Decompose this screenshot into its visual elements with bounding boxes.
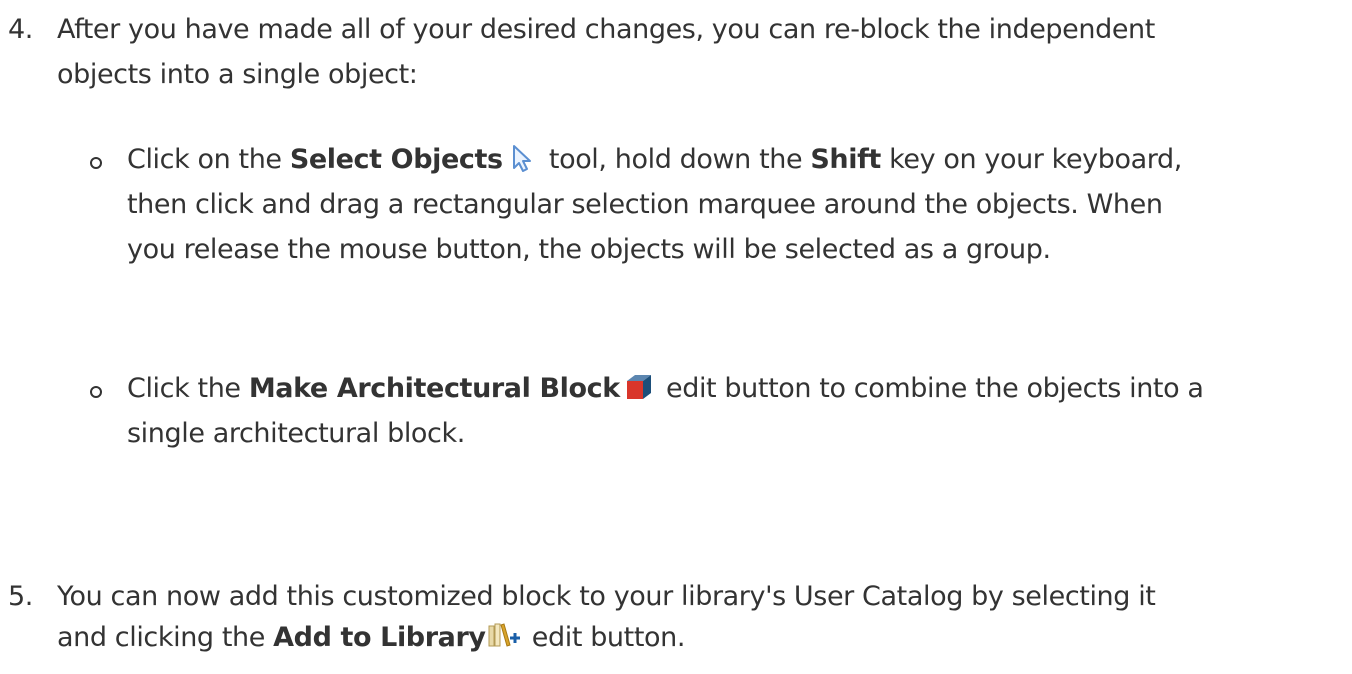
substep-line: Click on the Select Objects tool, hold d… <box>127 143 1182 175</box>
step-text: After you have made all of your desired … <box>57 7 1337 97</box>
add-to-library-label: Add to Library <box>273 622 486 653</box>
add-to-library-icon <box>488 622 522 650</box>
select-objects-arrow-icon <box>507 143 537 173</box>
step-line: You can now add this customized block to… <box>57 581 1156 612</box>
step-line: After you have made all of your desired … <box>57 14 1155 45</box>
substep-line: then click and drag a rectangular select… <box>127 189 1163 220</box>
make-architectural-block-label: Make Architectural Block <box>248 373 620 404</box>
step-line: and clicking the Add to Library edit but… <box>57 622 686 653</box>
substep-line: you release the mouse button, the object… <box>127 234 1051 265</box>
shift-key-label: Shift <box>810 144 881 175</box>
select-objects-label: Select Objects <box>289 144 503 175</box>
step-text: You can now add this customized block to… <box>57 574 1337 660</box>
substep-line: Click the Make Architectural Block edit … <box>127 372 1204 404</box>
step-number: 5. <box>8 581 33 612</box>
architectural-block-cube-icon <box>624 372 654 402</box>
bullet-icon <box>90 386 102 398</box>
step-line: objects into a single object: <box>57 59 418 90</box>
help-document: 4. After you have made all of your desir… <box>0 0 1352 674</box>
bullet-icon <box>90 157 102 169</box>
step-number: 4. <box>8 14 33 45</box>
substep-line: single architectural block. <box>127 418 465 449</box>
